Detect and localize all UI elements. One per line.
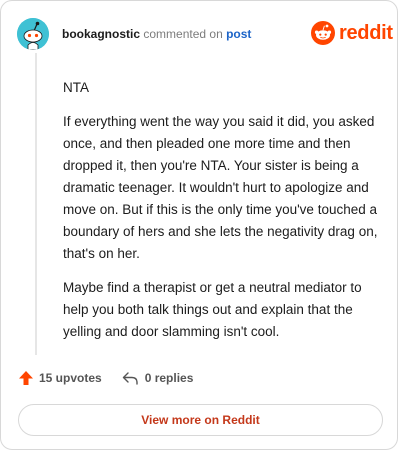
comment-footer: 15 upvotes 0 replies (18, 370, 193, 386)
comment-card: bookagnostic commented on post reddit NT… (0, 0, 398, 450)
view-more-label: View more on Reddit (141, 413, 260, 427)
snoo-avatar-icon (17, 18, 49, 50)
avatar[interactable] (17, 18, 49, 50)
thread-line (35, 53, 37, 355)
comment-paragraph: Maybe find a therapist or get a neutral … (63, 280, 362, 339)
upvote-arrow-icon (19, 371, 33, 385)
reply-arrow-icon (122, 372, 138, 385)
comment-header: bookagnostic commented on post (62, 27, 251, 41)
author-name[interactable]: bookagnostic (62, 27, 140, 41)
upvote-button[interactable]: 15 upvotes (18, 370, 102, 386)
reddit-logo[interactable]: reddit (311, 21, 393, 45)
action-text: commented on (143, 27, 223, 41)
view-more-button[interactable]: View more on Reddit (18, 404, 383, 436)
comment-body: NTA If everything went the way you said … (63, 77, 381, 355)
post-link[interactable]: post (226, 27, 251, 41)
comment-paragraph: NTA (63, 80, 89, 95)
reply-button[interactable]: 0 replies (122, 371, 194, 385)
reddit-wordmark: reddit (339, 22, 393, 44)
reddit-snoo-icon (311, 21, 335, 45)
comment-paragraph: If everything went the way you said it d… (63, 114, 378, 261)
reply-count: 0 replies (144, 371, 194, 385)
upvote-count: 15 upvotes (39, 371, 102, 385)
